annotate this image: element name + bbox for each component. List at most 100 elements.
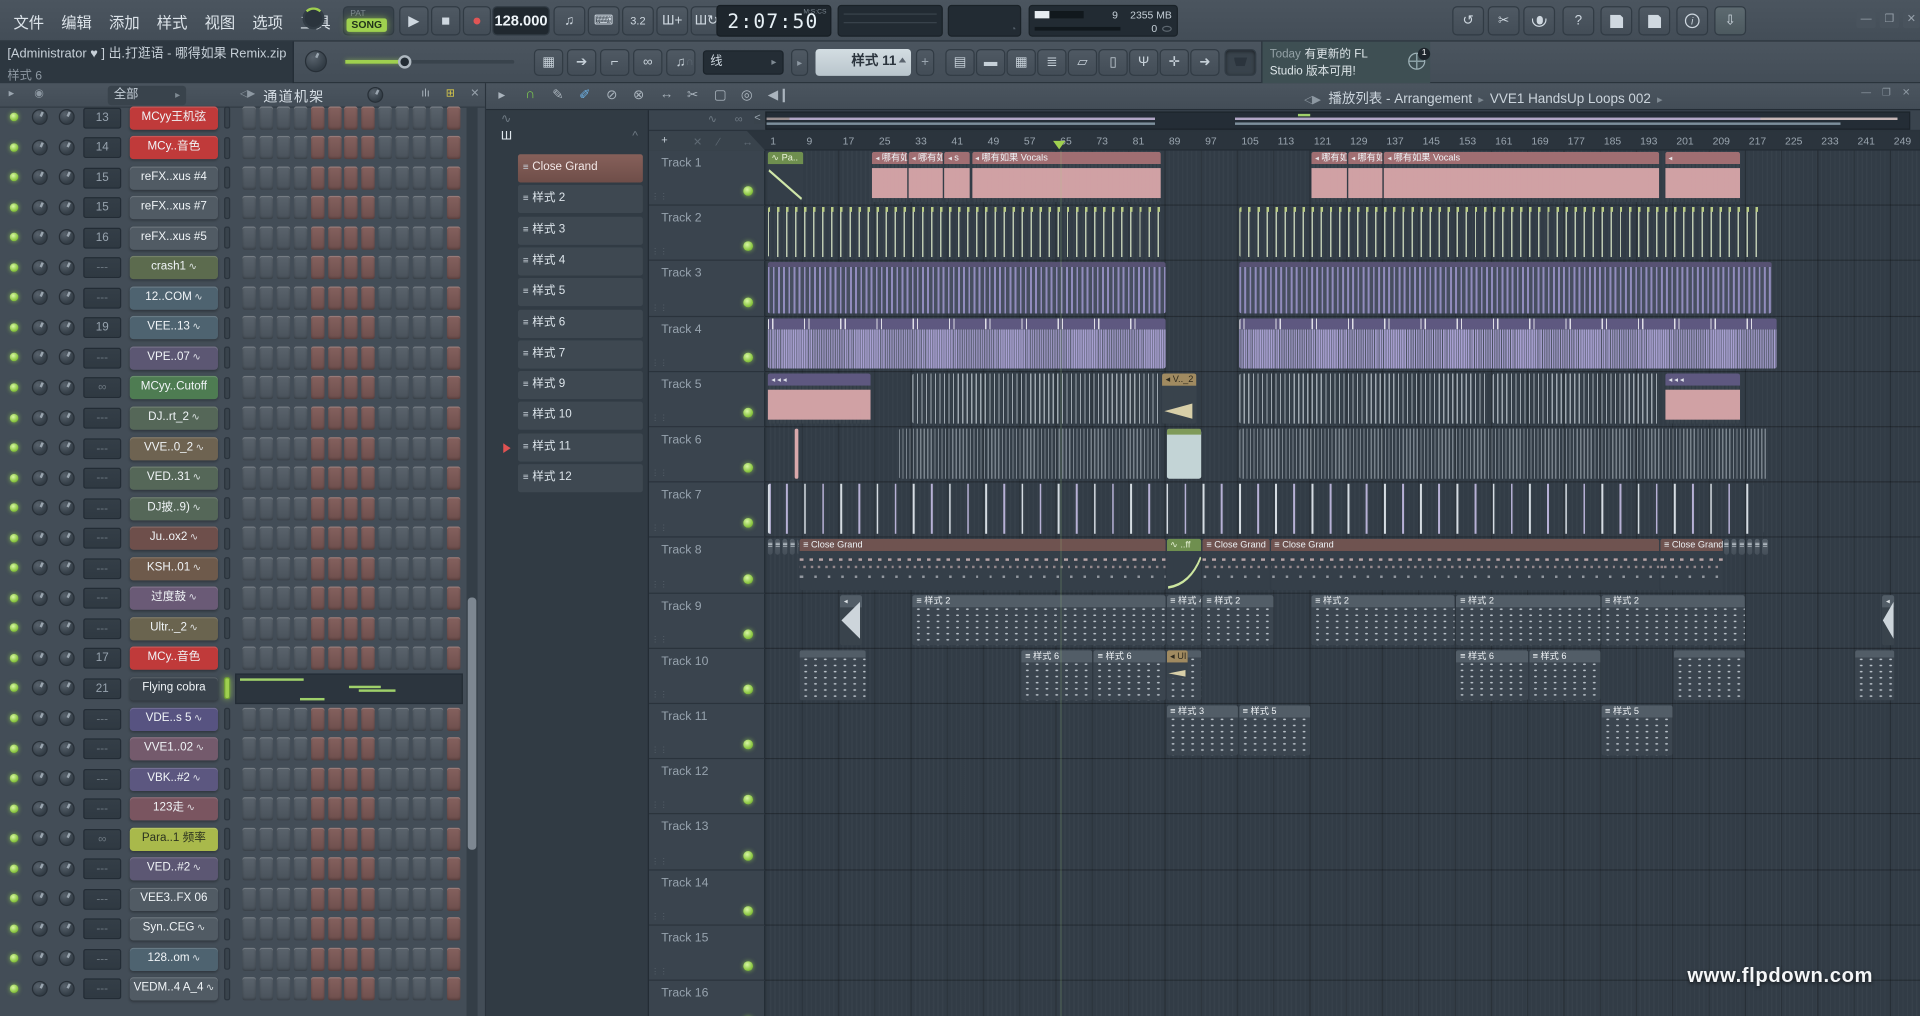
- step-cell[interactable]: [311, 346, 324, 369]
- audio-clips-tab-icon[interactable]: ∿: [708, 113, 717, 126]
- mute-icon[interactable]: ⊗: [633, 87, 644, 103]
- channel-mute-led[interactable]: [10, 113, 19, 122]
- step-cell[interactable]: [379, 226, 392, 249]
- step-cell[interactable]: [430, 136, 443, 159]
- channel-button[interactable]: Flying cobra: [130, 677, 218, 700]
- step-cell[interactable]: [362, 407, 375, 430]
- clip-stripes-purple[interactable]: [768, 263, 1165, 313]
- clip-pat[interactable]: ≡ 样式 2: [1601, 595, 1745, 645]
- step-cell[interactable]: [379, 166, 392, 189]
- step-cell[interactable]: [259, 647, 272, 670]
- step-cell[interactable]: [293, 407, 306, 430]
- channel-select-strip[interactable]: [224, 828, 230, 850]
- channel-button[interactable]: VDE..s 5∿: [130, 707, 218, 730]
- channel-mute-led[interactable]: [10, 323, 19, 332]
- step-cell[interactable]: [447, 226, 460, 249]
- step-cell[interactable]: [328, 226, 341, 249]
- step-cell[interactable]: [259, 437, 272, 460]
- channel-number[interactable]: ---: [83, 979, 121, 1000]
- step-cell[interactable]: [413, 196, 426, 219]
- step-cell[interactable]: [430, 437, 443, 460]
- step-cell[interactable]: [259, 376, 272, 399]
- channel-select-strip[interactable]: [224, 107, 230, 129]
- step-cell[interactable]: [293, 316, 306, 339]
- step-cell[interactable]: [276, 196, 289, 219]
- overdub-icon[interactable]: Ш+: [656, 6, 688, 35]
- step-cell[interactable]: [362, 467, 375, 490]
- step-cell[interactable]: [242, 136, 255, 159]
- channel-select-strip[interactable]: [224, 227, 230, 249]
- step-cell[interactable]: [379, 106, 392, 129]
- close-icon[interactable]: ✕: [470, 87, 479, 100]
- channel-button[interactable]: Para..1 频率: [130, 827, 218, 850]
- channel-select-strip[interactable]: [224, 708, 230, 730]
- pan-knob[interactable]: [32, 770, 48, 786]
- volume-knob[interactable]: [59, 410, 75, 426]
- update-notification[interactable]: Today有更新的 FL Studio 版本可用! 1: [1261, 42, 1430, 84]
- step-cell[interactable]: [447, 707, 460, 730]
- step-cell[interactable]: [396, 437, 409, 460]
- channel-select-strip[interactable]: [224, 588, 230, 610]
- step-cell[interactable]: [276, 346, 289, 369]
- pattern-item[interactable]: ≡样式 3: [518, 216, 643, 244]
- channel-number[interactable]: ---: [83, 889, 121, 910]
- volume-knob[interactable]: [59, 830, 75, 846]
- step-cell[interactable]: [447, 888, 460, 911]
- step-cell[interactable]: [430, 918, 443, 941]
- step-cell[interactable]: [413, 647, 426, 670]
- step-cell[interactable]: [259, 707, 272, 730]
- step-cell[interactable]: [259, 407, 272, 430]
- step-cell[interactable]: [379, 256, 392, 279]
- step-cell[interactable]: [447, 767, 460, 790]
- step-cell[interactable]: [276, 617, 289, 640]
- step-cell[interactable]: [328, 857, 341, 880]
- step-cell[interactable]: [413, 286, 426, 309]
- step-cell[interactable]: [413, 527, 426, 550]
- track-mute-led[interactable]: [743, 186, 753, 196]
- step-cell[interactable]: [259, 226, 272, 249]
- channel-select-strip[interactable]: [224, 467, 230, 489]
- step-cell[interactable]: [413, 376, 426, 399]
- pan-knob[interactable]: [32, 710, 48, 726]
- step-cell[interactable]: [293, 888, 306, 911]
- step-cell[interactable]: [362, 527, 375, 550]
- step-cell[interactable]: [293, 286, 306, 309]
- pattern-item[interactable]: ≡样式 4: [518, 247, 643, 275]
- step-cell[interactable]: [362, 918, 375, 941]
- pan-knob[interactable]: [32, 229, 48, 245]
- step-cell[interactable]: [259, 587, 272, 610]
- step-cell[interactable]: [396, 136, 409, 159]
- browser-panel-icon[interactable]: ▱: [1068, 49, 1097, 76]
- step-cell[interactable]: [276, 888, 289, 911]
- channel-button[interactable]: Ultr.._2∿: [130, 617, 218, 640]
- step-cell[interactable]: [242, 226, 255, 249]
- play-icon[interactable]: ▸: [9, 87, 15, 100]
- step-cell[interactable]: [259, 978, 272, 1001]
- track-mute-led[interactable]: [743, 961, 753, 971]
- step-cell[interactable]: [379, 978, 392, 1001]
- mini-pattern-block[interactable]: ≡: [1724, 539, 1729, 555]
- step-cell[interactable]: [242, 617, 255, 640]
- clip-pat[interactable]: ≡ 样式 6: [1094, 650, 1165, 700]
- track-lane[interactable]: [765, 427, 1920, 482]
- clip-vocal2[interactable]: ◂ ◂ ◂: [1665, 373, 1741, 423]
- step-cell[interactable]: [345, 707, 358, 730]
- step-cell[interactable]: [259, 948, 272, 971]
- step-cell[interactable]: [276, 827, 289, 850]
- step-cell[interactable]: [345, 737, 358, 760]
- channel-mute-led[interactable]: [10, 594, 19, 603]
- pattern-item[interactable]: ≡样式 12: [518, 464, 643, 492]
- wait-input-icon[interactable]: ⌨: [588, 6, 620, 35]
- track-lane[interactable]: ◂ ◂ ◂◂ V.._2◂ ◂ ◂: [765, 372, 1920, 427]
- step-cell[interactable]: [276, 587, 289, 610]
- volume-knob[interactable]: [59, 981, 75, 997]
- step-cell[interactable]: [328, 316, 341, 339]
- channel-select-strip[interactable]: [224, 407, 230, 429]
- channel-mute-led[interactable]: [10, 173, 19, 182]
- step-cell[interactable]: [293, 497, 306, 520]
- channel-button[interactable]: VVE1..02∿: [130, 737, 218, 760]
- channel-button[interactable]: VVE..0_2∿: [130, 437, 218, 460]
- scrollbar-thumb[interactable]: [468, 598, 477, 850]
- step-cell[interactable]: [242, 827, 255, 850]
- step-cell[interactable]: [259, 527, 272, 550]
